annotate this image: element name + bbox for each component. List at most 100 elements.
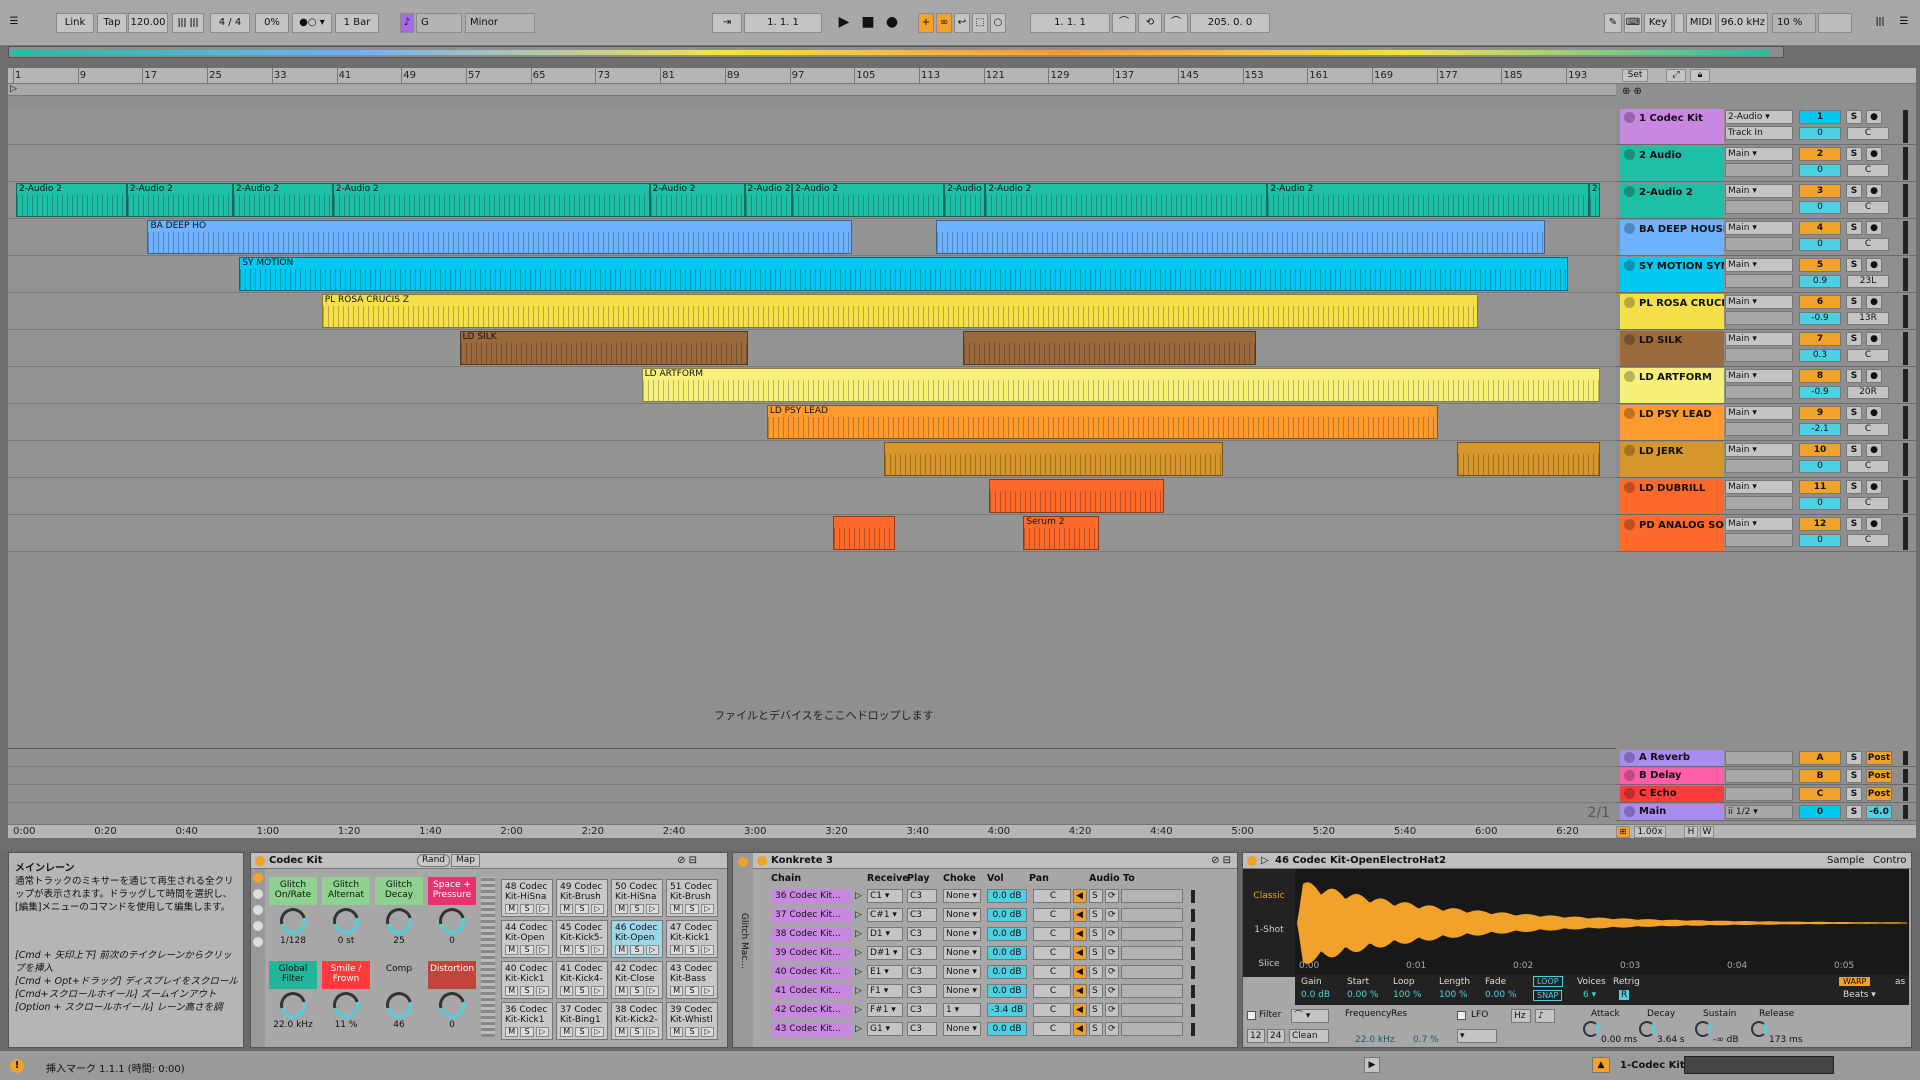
menu-icon[interactable]: ☰: [8, 13, 20, 33]
clip[interactable]: LD PSY LEAD: [766, 405, 1439, 439]
chain-speaker-icon[interactable]: ◀: [1073, 927, 1087, 941]
sampler-power-icon[interactable]: [1247, 856, 1257, 866]
play-select[interactable]: C3: [907, 965, 937, 979]
chain-hot-swap-icon[interactable]: ⟳: [1105, 965, 1119, 979]
pan-field[interactable]: C: [1847, 201, 1889, 214]
sampler-header[interactable]: 46 Codec Kit-OpenElectroHat2 ▷ Sample Co…: [1243, 853, 1911, 869]
track-activator[interactable]: 6: [1799, 295, 1841, 309]
punch-in-icon[interactable]: ⌒: [1112, 13, 1136, 33]
solo-button[interactable]: S: [1846, 517, 1862, 531]
chain-pan[interactable]: C: [1033, 927, 1071, 941]
clip[interactable]: [884, 442, 1223, 476]
output-select[interactable]: Main ▾: [1725, 184, 1793, 198]
record-button[interactable]: ●: [882, 13, 902, 33]
pad-solo-button[interactable]: S: [685, 945, 699, 955]
volume-field[interactable]: 0: [1799, 164, 1841, 177]
drum-pad[interactable]: 49 Codec Kit-Brush M S ▷: [556, 879, 608, 917]
chain-play-icon[interactable]: ▷: [855, 965, 862, 980]
volume-field[interactable]: -0.9: [1799, 386, 1841, 399]
output-select[interactable]: Main ▾: [1725, 147, 1793, 161]
play-preview-icon[interactable]: ▷: [1261, 853, 1269, 868]
audio-to-select[interactable]: [1121, 1022, 1183, 1036]
loop-icon[interactable]: ⟲: [1138, 13, 1162, 33]
play-select[interactable]: C3: [907, 927, 937, 941]
post-button[interactable]: Post: [1866, 769, 1892, 783]
chain-list-icon[interactable]: [253, 921, 263, 931]
track-activator[interactable]: 5: [1799, 258, 1841, 272]
drum-pad[interactable]: 37 Codec Kit-Bing1 M S ▷: [556, 1002, 608, 1040]
capture-midi-button[interactable]: ⬚: [972, 13, 988, 33]
play-select[interactable]: C3: [907, 1022, 937, 1036]
audio-to-select[interactable]: [1121, 908, 1183, 922]
solo-button[interactable]: S: [1846, 221, 1862, 235]
pad-preview-button[interactable]: ▷: [645, 945, 659, 955]
rack-power-icon[interactable]: [738, 857, 748, 867]
track-lane[interactable]: [8, 478, 1616, 515]
pad-mute-button[interactable]: M: [560, 945, 574, 955]
solo-button[interactable]: S: [1846, 406, 1862, 420]
drum-pad[interactable]: 43 Codec Kit-Bass M S ▷: [666, 961, 718, 999]
chain-solo-button[interactable]: S: [1089, 984, 1103, 998]
macro-knob[interactable]: Glitch On/Rate 1/128: [269, 877, 317, 955]
chain-volume[interactable]: 0.0 dB: [987, 1022, 1027, 1036]
track-name[interactable]: SY MOTION SYN: [1620, 257, 1724, 292]
solo-button[interactable]: S: [1846, 332, 1862, 346]
time-signature-field[interactable]: 4 / 4: [210, 13, 250, 33]
choke-select[interactable]: None ▾: [943, 908, 981, 922]
receive-select[interactable]: G1 ▾: [867, 1022, 903, 1036]
lfo-sync-button[interactable]: ♪: [1535, 1009, 1555, 1023]
keyboard-icon[interactable]: ⌨: [1624, 13, 1642, 33]
konkrete-header[interactable]: Konkrete 3 ⊘ ⊟: [753, 853, 1237, 869]
chain-row[interactable]: 40 Codec Kit... ▷ E1 ▾ C3 None ▾ 0.0 dB C ◀ S ⟳: [771, 965, 1221, 982]
chain-hot-swap-icon[interactable]: ⟳: [1105, 1003, 1119, 1017]
track-name[interactable]: 2 Audio: [1620, 146, 1724, 181]
main-pan-field[interactable]: -6.0: [1866, 805, 1892, 819]
chain-hot-swap-icon[interactable]: ⟳: [1105, 889, 1119, 903]
main-solo-button[interactable]: S: [1846, 805, 1862, 819]
fold-icon[interactable]: [1624, 371, 1635, 382]
knob-icon[interactable]: [275, 987, 311, 1023]
width-button[interactable]: W: [1700, 826, 1714, 838]
sample-param-value[interactable]: 0.00 %: [1485, 990, 1516, 1000]
tab-control[interactable]: Contro: [1873, 853, 1906, 868]
pad-solo-button[interactable]: S: [685, 904, 699, 914]
punch-out-icon[interactable]: ⌒: [1164, 13, 1188, 33]
track-name[interactable]: PD ANALOG SO: [1620, 516, 1724, 551]
scale-mode-icon[interactable]: ♪: [400, 13, 414, 33]
pad-preview-button[interactable]: ▷: [590, 904, 604, 914]
lock-icon[interactable]: 🔒︎: [1690, 69, 1710, 82]
audio-to-select[interactable]: [1121, 965, 1183, 979]
output-select[interactable]: 2-Audio ▾: [1725, 110, 1793, 124]
chain-pan[interactable]: C: [1033, 889, 1071, 903]
clip[interactable]: [1457, 442, 1600, 476]
knob-icon[interactable]: [381, 903, 417, 939]
height-button[interactable]: H: [1684, 826, 1698, 838]
chain-solo-button[interactable]: S: [1089, 1003, 1103, 1017]
chain-play-icon[interactable]: ▷: [855, 889, 862, 904]
chain-row[interactable]: 36 Codec Kit... ▷ C1 ▾ C3 None ▾ 0.0 dB C ◀ S ⟳: [771, 889, 1221, 906]
pan-field[interactable]: C: [1847, 349, 1889, 362]
pan-field[interactable]: C: [1847, 497, 1889, 510]
clip[interactable]: 2-Audio 2: [1267, 183, 1589, 217]
volume-field[interactable]: -2.1: [1799, 423, 1841, 436]
return-name[interactable]: Main: [1620, 804, 1724, 820]
pad-mute-button[interactable]: M: [670, 1027, 684, 1037]
pad-mute-button[interactable]: M: [560, 1027, 574, 1037]
choke-select[interactable]: 1 ▾: [943, 1003, 981, 1017]
clip[interactable]: 2-Audio 2: [649, 183, 745, 217]
arm-button[interactable]: ●: [1866, 369, 1882, 383]
input-select[interactable]: [1725, 422, 1793, 436]
filter-slope-24[interactable]: 24: [1267, 1029, 1285, 1043]
chain-name[interactable]: 40 Codec Kit...: [771, 965, 851, 980]
drum-pad[interactable]: 51 Codec Kit-Brush M S ▷: [666, 879, 718, 917]
track-name[interactable]: BA DEEP HOUSE: [1620, 220, 1724, 255]
play-select[interactable]: C3: [907, 889, 937, 903]
clip[interactable]: [963, 331, 1257, 365]
receive-select[interactable]: C1 ▾: [867, 889, 903, 903]
arm-button[interactable]: ●: [1866, 147, 1882, 161]
chain-pan[interactable]: C: [1033, 1003, 1071, 1017]
audio-to-select[interactable]: [1121, 889, 1183, 903]
track-activator[interactable]: 3: [1799, 184, 1841, 198]
chain-name[interactable]: 43 Codec Kit...: [771, 1022, 851, 1037]
filter-type-select[interactable]: Clean: [1289, 1029, 1329, 1043]
